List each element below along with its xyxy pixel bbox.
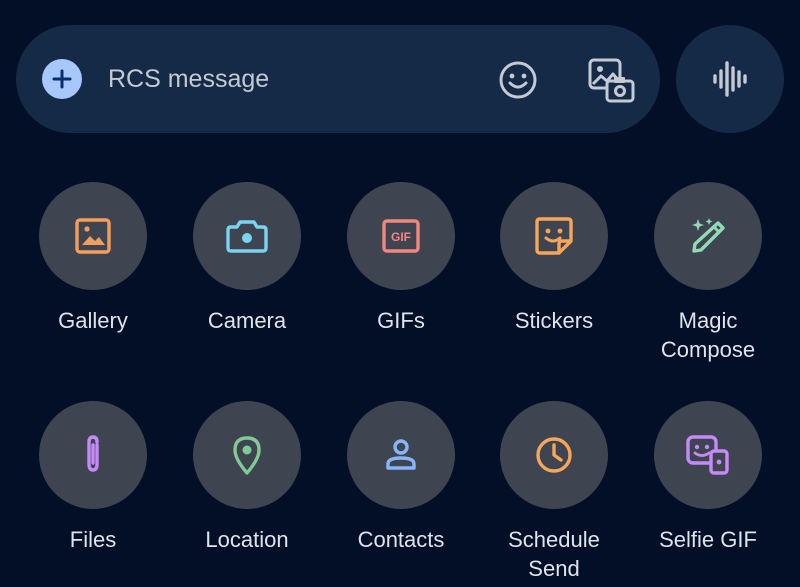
magic-compose-label: Magic Compose bbox=[660, 308, 756, 362]
selfie-gif-button[interactable] bbox=[654, 401, 762, 509]
voice-message-button[interactable] bbox=[676, 25, 784, 133]
gallery-button[interactable] bbox=[39, 182, 147, 290]
location-pin-icon bbox=[233, 436, 261, 475]
location-label: Location bbox=[205, 527, 289, 552]
gifs-label: GIFs bbox=[377, 308, 425, 333]
selfie-gif-icon bbox=[686, 435, 729, 475]
stickers-label: Stickers bbox=[514, 308, 594, 333]
camera-label: Camera bbox=[207, 308, 287, 333]
contacts-button[interactable] bbox=[347, 401, 455, 509]
plus-icon bbox=[52, 69, 72, 89]
magic-compose-button[interactable] bbox=[654, 182, 762, 290]
gif-icon: GIF bbox=[382, 219, 420, 253]
clock-icon bbox=[536, 437, 572, 473]
contact-icon bbox=[386, 439, 416, 470]
gallery-label: Gallery bbox=[58, 308, 128, 333]
location-option[interactable]: Location bbox=[170, 401, 324, 571]
selfie-gif-label: Selfie GIF bbox=[659, 527, 757, 552]
add-attachment-button[interactable] bbox=[42, 59, 82, 99]
magic-pen-icon bbox=[692, 218, 725, 253]
gifs-button[interactable]: GIF bbox=[347, 182, 455, 290]
emoji-button[interactable] bbox=[496, 58, 540, 102]
emoji-icon bbox=[499, 61, 537, 99]
paperclip-icon bbox=[87, 435, 99, 472]
schedule-send-button[interactable] bbox=[500, 401, 608, 509]
gallery-option[interactable]: Gallery bbox=[16, 182, 170, 352]
image-camera-icon bbox=[588, 58, 635, 103]
contacts-label: Contacts bbox=[357, 527, 445, 552]
selfie-gif-option[interactable]: Selfie GIF bbox=[631, 401, 785, 571]
files-button[interactable] bbox=[39, 401, 147, 509]
location-button[interactable] bbox=[193, 401, 301, 509]
stickers-option[interactable]: Stickers bbox=[477, 182, 631, 352]
contacts-option[interactable]: Contacts bbox=[324, 401, 478, 571]
magic-compose-option[interactable]: Magic Compose bbox=[631, 182, 785, 362]
files-option[interactable]: Files bbox=[16, 401, 170, 571]
camera-icon bbox=[226, 220, 268, 253]
svg-text:GIF: GIF bbox=[391, 230, 411, 244]
files-label: Files bbox=[69, 527, 117, 552]
schedule-send-label: Schedule Send bbox=[508, 527, 600, 581]
voice-waveform-icon bbox=[713, 61, 747, 97]
stickers-button[interactable] bbox=[500, 182, 608, 290]
media-picker-button[interactable] bbox=[584, 55, 640, 107]
schedule-send-option[interactable]: Schedule Send bbox=[477, 401, 631, 581]
sticker-icon bbox=[535, 217, 573, 255]
compose-bar bbox=[16, 25, 660, 133]
camera-option[interactable]: Camera bbox=[170, 182, 324, 352]
camera-button[interactable] bbox=[193, 182, 301, 290]
gallery-icon bbox=[75, 218, 111, 254]
message-input[interactable] bbox=[108, 58, 468, 100]
gifs-option[interactable]: GIF GIFs bbox=[324, 182, 478, 352]
